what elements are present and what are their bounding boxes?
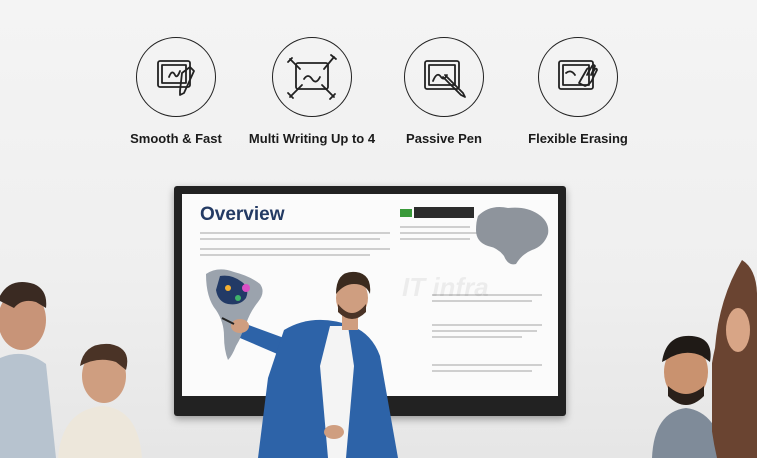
multi-pen-icon (287, 54, 337, 100)
text-line (200, 238, 380, 240)
feature-flexible-erasing: Flexible Erasing (508, 37, 648, 146)
feature-label: Smooth & Fast (130, 131, 222, 146)
feature-circle (404, 37, 484, 117)
feature-label: Multi Writing Up to 4 (248, 131, 376, 146)
presenter (221, 271, 398, 458)
audience-person-far-right (712, 260, 757, 458)
feature-label: Passive Pen (406, 131, 482, 146)
text-line (432, 370, 532, 372)
feature-passive-pen: Passive Pen (374, 37, 514, 146)
text-line (400, 232, 480, 234)
tablet-pen-icon (157, 60, 195, 96)
text-line (432, 324, 542, 326)
feature-label: Flexible Erasing (528, 131, 628, 146)
text-line (200, 248, 390, 250)
passive-pen-icon (424, 60, 466, 98)
screen-tag-bar (414, 207, 474, 218)
audience-person-center-left (58, 343, 142, 458)
flag-icon (400, 209, 412, 217)
feature-circle (136, 37, 216, 117)
audience-person-left (0, 282, 56, 458)
text-line (200, 232, 390, 234)
text-line (400, 238, 470, 240)
feature-circle (538, 37, 618, 117)
text-line (400, 226, 470, 228)
feature-circle (272, 37, 352, 117)
hand-erase-icon (558, 60, 598, 90)
text-line (432, 330, 537, 332)
feature-smooth-fast: Smooth & Fast (106, 37, 246, 146)
text-line (432, 336, 522, 338)
text-line (432, 364, 542, 366)
feature-multi-writing: Multi Writing Up to 4 (242, 37, 382, 146)
brazil-map-icon (476, 207, 549, 265)
screen-title: Overview (200, 204, 285, 225)
text-line (200, 254, 370, 256)
